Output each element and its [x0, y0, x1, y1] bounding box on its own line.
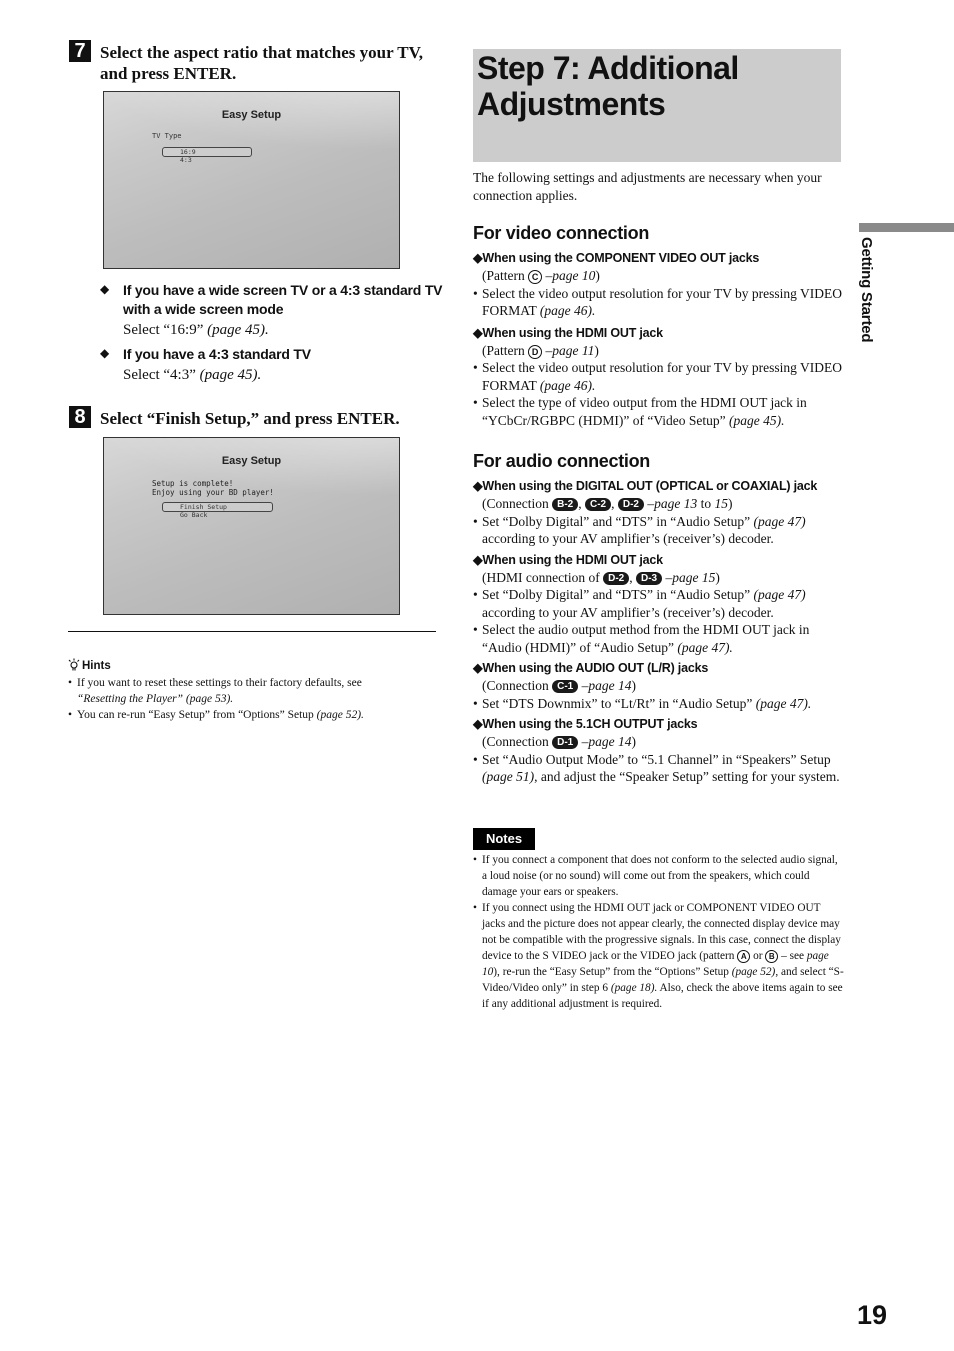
hints-list: If you want to reset these settings to t… [68, 675, 438, 723]
page-ref-link[interactable]: (page 47) [753, 587, 805, 602]
note-item: If you connect a component that does not… [473, 852, 845, 900]
tv-type-label: TV Type [152, 132, 182, 140]
page-number: 19 [857, 1300, 888, 1330]
aspect-bullet-wide: ◆ If you have a wide screen TV or a 4:3 … [100, 281, 445, 339]
page-ref-link[interactable]: (page 52). [317, 709, 364, 721]
subsection-heading: ◆When using the AUDIO OUT (L/R) jacks [473, 661, 709, 675]
step-number-8: 8 [69, 406, 91, 428]
hdmi-audio-subsection: ◆When using the HDMI OUT jack (HDMI conn… [473, 552, 845, 657]
page-ref-link[interactable]: (page 52) [732, 966, 776, 978]
page-ref-link[interactable]: –page 15 [665, 570, 715, 585]
connection-badge-b2: B-2 [552, 498, 579, 511]
page-ref-link[interactable]: –page 10 [542, 268, 596, 283]
page-ref-link[interactable]: (page 46). [540, 378, 595, 393]
option-4-3[interactable]: 4:3 [180, 156, 192, 164]
list-item: Select the type of video output from the… [473, 394, 845, 429]
hdmi-video-subsection: ◆When using the HDMI OUT jack (Pattern D… [473, 325, 845, 430]
hints-section: Hints If you want to reset these setting… [68, 658, 438, 723]
audio-connection-section: For audio connection ◆When using the DIG… [473, 450, 845, 786]
hints-title: Hints [82, 660, 111, 672]
subsection-heading: ◆When using the DIGITAL OUT (OPTICAL or … [473, 479, 818, 493]
page-ref-link[interactable]: “Resetting the Player” (page 53). [77, 693, 233, 705]
connection-badge-d2: D-2 [617, 498, 644, 511]
side-tab-getting-started[interactable]: Getting Started [858, 237, 875, 342]
connection-badge-d2: D-2 [603, 571, 630, 585]
setup-complete-message: Setup is complete! Enjoy using your BD p… [152, 479, 274, 497]
page-ref-link[interactable]: (page 47). [756, 696, 811, 711]
page-title: Step 7: Additional Adjustments [477, 50, 739, 122]
bullet-heading: If you have a wide screen TV or a 4:3 st… [123, 282, 443, 317]
section-title-box: Step 7: Additional Adjustments [473, 49, 841, 162]
side-tab-bar [859, 223, 954, 232]
page-ref-link[interactable]: (page 45). [207, 322, 269, 338]
video-connection-section: For video connection ◆When using the COM… [473, 222, 845, 429]
digital-out-subsection: ◆When using the DIGITAL OUT (OPTICAL or … [473, 478, 845, 548]
page-ref-link[interactable]: –page 13 [647, 496, 697, 511]
audio-out-lr-subsection: ◆When using the AUDIO OUT (L/R) jacks (C… [473, 660, 845, 712]
5-1ch-output-subsection: ◆When using the 5.1CH OUTPUT jacks (Conn… [473, 716, 845, 786]
bullet-heading: If you have a 4:3 standard TV [123, 346, 311, 362]
subsection-heading: ◆When using the HDMI OUT jack [473, 552, 663, 567]
pattern-b-icon: B [765, 950, 779, 963]
list-item: Set “Audio Output Mode” to “5.1 Channel”… [473, 751, 845, 786]
component-subsection: ◆When using the COMPONENT VIDEO OUT jack… [473, 250, 845, 320]
page-ref-link[interactable]: 15 [715, 496, 729, 511]
list-item: Set “Dolby Digital” and “DTS” in “Audio … [473, 513, 845, 548]
option-finish-setup[interactable]: Finish Setup [180, 503, 227, 511]
step-7-title: Select the aspect ratio that matches you… [100, 43, 423, 83]
step-7-header: 7 [69, 40, 91, 62]
page-ref-link[interactable]: (page 45). [200, 367, 262, 383]
page-ref-link[interactable]: (page 47) [753, 514, 805, 529]
page-ref-link[interactable]: –page 14 [582, 734, 632, 749]
list-item: Select the video output resolution for y… [473, 359, 845, 394]
connection-badge-c2: C-2 [585, 498, 612, 511]
page-ref-link[interactable]: (page 45). [729, 413, 784, 428]
page-ref-link[interactable]: (page 18). [611, 982, 657, 994]
subsection-heading: ◆When using the COMPONENT VIDEO OUT jack… [473, 251, 760, 265]
subsection-heading: ◆When using the 5.1CH OUTPUT jacks [473, 717, 698, 731]
page-ref-link[interactable]: (page 47). [677, 640, 732, 655]
screen-title: Easy Setup [221, 455, 282, 467]
notes-section: If you connect a component that does not… [473, 852, 845, 1012]
list-item: Set “Dolby Digital” and “DTS” in “Audio … [473, 586, 845, 621]
option-go-back[interactable]: Go Back [180, 511, 207, 519]
step-8-title: Select “Finish Setup,” and press ENTER. [100, 409, 400, 428]
step-8-header: 8 [69, 406, 91, 428]
diamond-icon: ◆ [100, 346, 110, 360]
note-item: If you connect using the HDMI OUT jack o… [473, 900, 845, 1012]
connection-badge-c1: C-1 [552, 680, 579, 693]
divider [68, 631, 436, 632]
notes-label: Notes [473, 828, 535, 850]
page-ref-link[interactable]: (page 46). [540, 303, 595, 318]
page-ref-link[interactable]: –page 11 [542, 343, 595, 358]
option-16-9[interactable]: 16:9 [180, 148, 196, 156]
hint-item: You can re-run “Easy Setup” from “Option… [68, 707, 438, 723]
screen-title: Easy Setup [221, 109, 282, 121]
hint-item: If you want to reset these settings to t… [68, 675, 438, 707]
diamond-icon: ◆ [100, 282, 110, 296]
audio-connection-heading: For audio connection [473, 451, 650, 471]
connection-badge-d1: D-1 [552, 736, 579, 749]
easy-setup-finish-screenshot: Easy Setup Setup is complete! Enjoy usin… [103, 437, 400, 615]
pattern-c-icon: C [528, 270, 543, 284]
easy-setup-tv-type-screenshot: Easy Setup TV Type 16:9 4:3 [103, 91, 400, 269]
list-item: Select the video output resolution for y… [473, 285, 845, 320]
selection-highlight [162, 147, 252, 157]
pattern-d-icon: D [528, 344, 543, 359]
lightbulb-icon [68, 658, 82, 674]
page-ref-link[interactable]: –page 14 [582, 678, 632, 693]
page-ref-link[interactable]: (page 51) [482, 769, 534, 784]
list-item: Set “DTS Downmix” to “Lt/Rt” in “Audio S… [473, 695, 845, 713]
subsection-heading: ◆When using the HDMI OUT jack [473, 325, 663, 340]
pattern-a-icon: A [737, 950, 751, 963]
video-connection-heading: For video connection [473, 223, 650, 243]
list-item: Select the audio output method from the … [473, 621, 845, 656]
intro-text: The following settings and adjustments a… [473, 170, 822, 203]
connection-badge-d3: D-3 [635, 571, 663, 585]
step-number-7: 7 [69, 40, 91, 62]
aspect-bullet-standard: ◆ If you have a 4:3 standard TV Select “… [100, 345, 445, 384]
